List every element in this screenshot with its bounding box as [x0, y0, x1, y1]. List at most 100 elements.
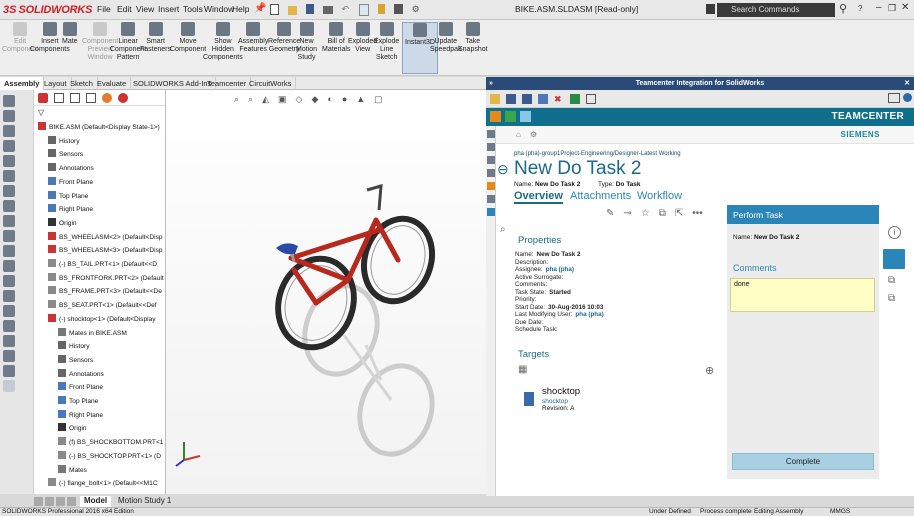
appearance-tab-icon[interactable]: [118, 93, 128, 103]
open-new-icon[interactable]: ⇱: [675, 208, 683, 219]
search-icon[interactable]: ⚲: [839, 2, 847, 15]
strip-part-icon[interactable]: [3, 95, 15, 107]
prev-tab-icon[interactable]: [45, 497, 54, 506]
print-icon[interactable]: [323, 6, 333, 14]
tc-side-icon[interactable]: [487, 169, 495, 177]
pin-panel-icon[interactable]: ✕: [904, 77, 910, 90]
config-manager-tab-icon[interactable]: [70, 93, 80, 103]
next-tab-icon[interactable]: [56, 497, 65, 506]
tc-breadcrumb[interactable]: pha (pha)-group1Project-Engineering/Desi…: [514, 151, 681, 157]
command-speedpak[interactable]: Update Speedpak: [430, 22, 462, 54]
strip-mate-icon[interactable]: [3, 200, 15, 212]
tab-attachments[interactable]: Attachments: [570, 190, 631, 202]
tree-item[interactable]: Annotations: [58, 368, 104, 381]
tree-item[interactable]: (f) BS_SHOCKBOTTOM.PRT<1: [58, 437, 163, 449]
tc-open-icon[interactable]: [490, 94, 500, 104]
command-show-hidden[interactable]: Show Hidden Components: [203, 22, 243, 62]
strip-display-icon[interactable]: [3, 170, 15, 182]
tree-item[interactable]: (-) BS_TAIL.PRT<1> (Default<<D: [48, 259, 157, 271]
strip-motion-icon[interactable]: [3, 245, 15, 257]
graphics-area[interactable]: ⌕ ⌕ ◭ ▣ ◇ ◆ ◐ ● ▲ ▢: [166, 90, 486, 494]
restore-icon[interactable]: ❐: [888, 3, 896, 14]
options-icon[interactable]: ⚙: [412, 4, 420, 14]
tab-motion-study-1[interactable]: Motion Study 1: [114, 496, 175, 507]
menu-insert[interactable]: Insert: [158, 4, 179, 14]
complete-button[interactable]: Complete: [732, 453, 874, 470]
tab-circuitworks[interactable]: CircuitWorks: [245, 77, 297, 90]
strip-select-icon[interactable]: [3, 320, 15, 332]
tc-help-icon[interactable]: [903, 93, 912, 102]
search-mode-icon[interactable]: [706, 4, 715, 14]
menu-tools[interactable]: Tools: [183, 4, 203, 14]
strip-bom-icon[interactable]: [3, 260, 15, 272]
expand-icon[interactable]: »: [489, 77, 493, 90]
strip-instant3d-icon[interactable]: [3, 290, 15, 302]
strip-appearance-icon[interactable]: [3, 185, 15, 197]
tree-item[interactable]: (-) shocktop<1> (Default<Display: [48, 313, 156, 326]
add-target-icon[interactable]: ⊕: [705, 364, 714, 377]
target-id[interactable]: shocktop: [542, 398, 568, 405]
edit-pencil-icon[interactable]: ✎: [606, 208, 614, 219]
tree-item[interactable]: Mates: [58, 464, 87, 477]
back-icon[interactable]: ⊖: [497, 161, 509, 178]
rebuild-icon[interactable]: [378, 4, 386, 14]
last-tab-icon[interactable]: [67, 497, 76, 506]
relations-icon[interactable]: ⧉: [888, 293, 895, 304]
tc-edit-icon[interactable]: [538, 94, 548, 104]
comments-textarea[interactable]: done: [730, 278, 875, 312]
tc-side-icon[interactable]: [487, 195, 495, 203]
tree-item[interactable]: Sensors: [58, 354, 93, 367]
open-icon[interactable]: [287, 6, 297, 15]
workflow-icon[interactable]: ⧉: [888, 275, 895, 286]
tab-overview[interactable]: Overview: [514, 190, 563, 204]
command-exploded-view[interactable]: Exploded View: [348, 22, 377, 54]
tree-item[interactable]: BS_WHEELASM<2> (Default<Disp: [48, 231, 163, 244]
task-panel-icon[interactable]: [883, 249, 905, 269]
search-commands-input[interactable]: Search Commands: [717, 3, 835, 17]
strip-explode-icon[interactable]: [3, 230, 15, 242]
tc-side-icon[interactable]: [487, 208, 495, 216]
tc-remove-icon[interactable]: ✖: [554, 94, 564, 104]
feature-tree-tab-icon[interactable]: [38, 93, 48, 103]
targets-grid-icon[interactable]: ▦: [518, 364, 527, 375]
solidworks-logo[interactable]: 3S SOLIDWORKS: [3, 2, 92, 18]
tab-assembly[interactable]: Assembly: [0, 77, 45, 90]
tc-side-icon[interactable]: [487, 182, 495, 190]
tc-search-app-icon[interactable]: [520, 111, 531, 122]
menu-file[interactable]: File: [97, 4, 111, 14]
property-manager-tab-icon[interactable]: [54, 93, 64, 103]
tree-item[interactable]: BS_FRAME.PRT<3> (Default<<De: [48, 286, 162, 298]
tree-item[interactable]: Mates in BIKE.ASM: [58, 327, 127, 340]
tc-home-link-icon[interactable]: ⌂: [516, 130, 521, 139]
tc-settings-icon[interactable]: ⚙: [530, 130, 537, 139]
command-move-component[interactable]: Move Component: [170, 22, 206, 54]
undo-icon[interactable]: ↶: [342, 4, 350, 14]
tab-teamcenter[interactable]: Teamcenter: [203, 77, 252, 90]
info-icon[interactable]: i: [888, 226, 901, 239]
strip-speedpak-icon[interactable]: [3, 305, 15, 317]
strip-edit-icon[interactable]: [3, 110, 15, 122]
filter-icon[interactable]: ▽: [38, 108, 44, 117]
tree-item[interactable]: History: [58, 341, 90, 353]
strip-window-icon[interactable]: [3, 380, 15, 392]
tab-model[interactable]: Model: [80, 496, 112, 507]
status-units[interactable]: MMGS: [830, 508, 850, 515]
tree-item[interactable]: (-) BS_SHOCKTOP.PRT<1> (D: [58, 450, 161, 463]
more-icon[interactable]: •••: [692, 208, 703, 219]
minimize-icon[interactable]: –: [876, 2, 882, 13]
tree-item[interactable]: Origin: [48, 217, 77, 230]
file-properties-icon[interactable]: [394, 4, 403, 14]
tc-myworklist-icon[interactable]: [505, 111, 516, 122]
copy-icon[interactable]: ⧉: [659, 208, 666, 219]
strip-sketch-icon[interactable]: [3, 125, 15, 137]
strip-toggle-icon[interactable]: [3, 335, 15, 347]
tree-item[interactable]: BS_FRONTFORK.PRT<2> (Default: [48, 272, 164, 285]
tree-item[interactable]: Right Plane: [48, 204, 93, 216]
strip-assembly-icon[interactable]: [3, 350, 15, 362]
menu-window[interactable]: Window: [204, 4, 234, 14]
command-motion-study[interactable]: New Motion Study: [296, 22, 317, 62]
tc-side-icon[interactable]: [487, 143, 495, 151]
command-snapshot[interactable]: Take Snapshot: [458, 22, 488, 54]
command-mate[interactable]: Mate: [62, 22, 78, 46]
command-bill-of-materials[interactable]: Bill of Materials: [322, 22, 350, 54]
